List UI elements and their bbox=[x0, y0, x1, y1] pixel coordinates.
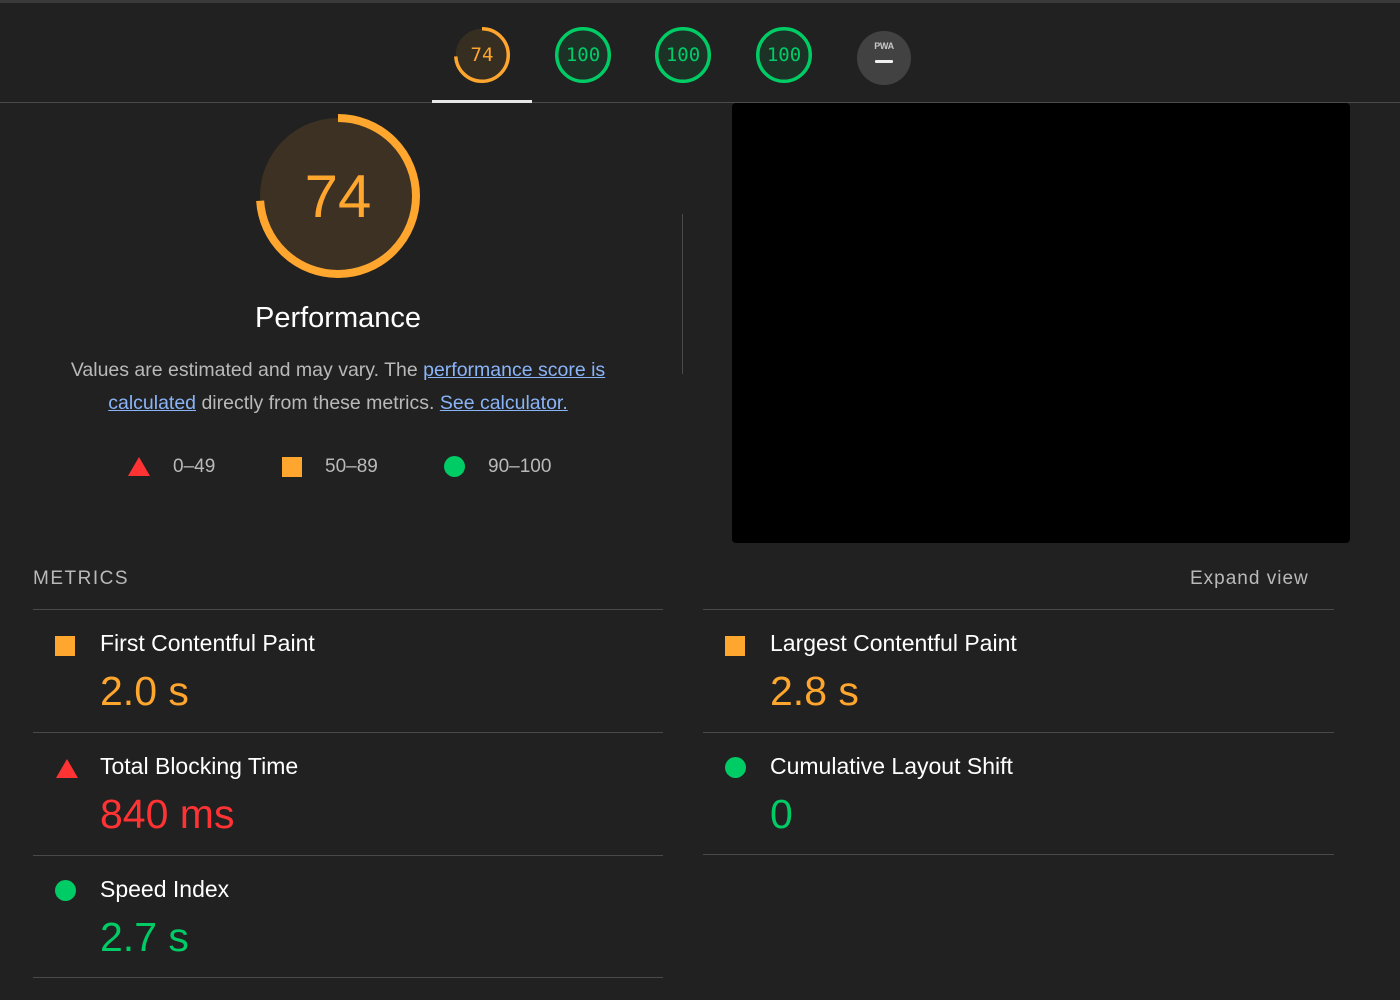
metric-total-blocking-time: Total Blocking Time 840 ms bbox=[33, 733, 663, 856]
desc-middle: directly from these metrics. bbox=[196, 392, 440, 414]
page-screenshot-thumbnail[interactable] bbox=[732, 103, 1350, 543]
best-practices-score: 100 bbox=[665, 44, 701, 66]
seo-gauge-tab[interactable]: 100 bbox=[756, 27, 812, 83]
metric-value: 840 ms bbox=[100, 791, 235, 837]
metric-first-contentful-paint: First Contentful Paint 2.0 s bbox=[33, 610, 663, 733]
performance-description: Values are estimated and may vary. The p… bbox=[48, 354, 628, 420]
vertical-divider bbox=[682, 214, 683, 374]
see-calculator-link[interactable]: See calculator. bbox=[440, 392, 568, 414]
metric-speed-index: Speed Index 2.7 s bbox=[33, 856, 663, 979]
legend-average-range: 50–89 bbox=[325, 456, 378, 477]
pwa-label: PWA bbox=[874, 41, 894, 51]
metric-value: 2.7 s bbox=[100, 914, 189, 960]
best-practices-gauge-tab[interactable]: 100 bbox=[655, 27, 711, 83]
expand-view-toggle[interactable]: Expand view bbox=[1190, 568, 1309, 590]
square-icon bbox=[725, 636, 745, 656]
circle-icon bbox=[444, 456, 465, 477]
performance-score: 74 bbox=[470, 44, 494, 66]
legend-fail-range: 0–49 bbox=[173, 456, 216, 477]
square-icon bbox=[55, 636, 75, 656]
triangle-icon bbox=[56, 759, 78, 778]
pwa-badge-tab[interactable]: PWA bbox=[857, 31, 911, 85]
metric-value: 2.0 s bbox=[100, 668, 189, 714]
metric-value: 0 bbox=[770, 791, 793, 837]
performance-score-gauge: 74 bbox=[256, 114, 420, 278]
metrics-section-title: METRICS bbox=[33, 568, 129, 589]
desc-prefix: Values are estimated and may vary. The bbox=[70, 359, 424, 381]
metric-label: Cumulative Layout Shift bbox=[770, 753, 1013, 779]
category-gauges-bar: 74 100 100 100 PWA bbox=[0, 3, 1400, 103]
legend-pass-range: 90–100 bbox=[488, 456, 552, 477]
accessibility-score: 100 bbox=[565, 44, 601, 66]
selected-tab-indicator bbox=[432, 100, 532, 103]
metric-largest-contentful-paint: Largest Contentful Paint 2.8 s bbox=[703, 610, 1333, 733]
performance-gauge-tab[interactable]: 74 bbox=[454, 27, 510, 83]
seo-score: 100 bbox=[766, 44, 802, 66]
square-icon bbox=[282, 457, 302, 477]
performance-big-score: 74 bbox=[304, 162, 372, 230]
metric-cumulative-layout-shift: Cumulative Layout Shift 0 bbox=[703, 733, 1333, 856]
metric-label: Total Blocking Time bbox=[100, 753, 299, 779]
performance-title: Performance bbox=[254, 302, 421, 334]
accessibility-gauge-tab[interactable]: 100 bbox=[555, 27, 611, 83]
dash-icon bbox=[875, 60, 893, 63]
triangle-icon bbox=[128, 457, 150, 476]
circle-icon bbox=[725, 757, 746, 778]
circle-icon bbox=[55, 880, 76, 901]
metric-label: Largest Contentful Paint bbox=[770, 630, 1017, 656]
metric-label: First Contentful Paint bbox=[100, 630, 315, 656]
metric-value: 2.8 s bbox=[770, 668, 859, 714]
metric-label: Speed Index bbox=[100, 876, 230, 902]
